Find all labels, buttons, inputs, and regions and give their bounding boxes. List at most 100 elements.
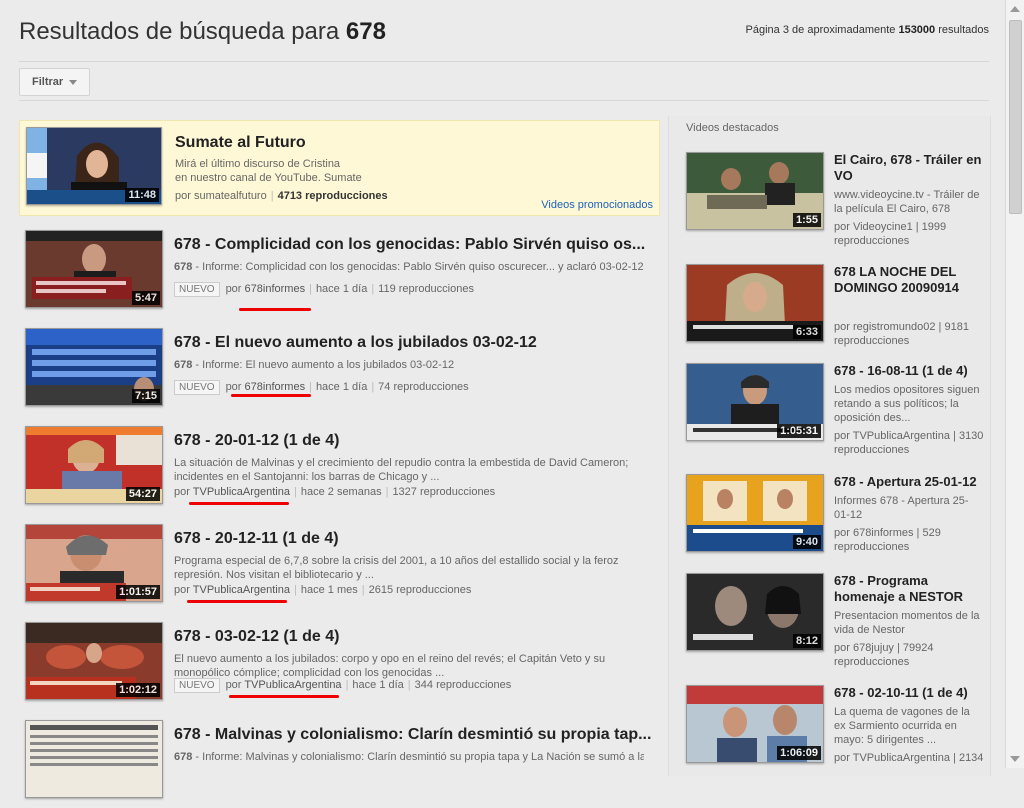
promoted-result[interactable]: 11:48 Sumate al Futuro Mirá el último di… bbox=[19, 120, 660, 216]
result-description: 678 - Informe: El nuevo aumento a los ju… bbox=[174, 358, 644, 372]
result-description: Programa especial de 6,7,8 sobre la cris… bbox=[174, 554, 644, 582]
desc-bold: 678 bbox=[174, 359, 193, 371]
upload-age: hace 1 día bbox=[315, 283, 368, 295]
promo-desc-line: en nuestro canal de YouTube. Sumate bbox=[175, 172, 362, 184]
featured-videos-sidebar: Videos destacados 1:55 El Cairo, 678 - T… bbox=[668, 116, 991, 776]
view-count: 2615 reproducciones bbox=[368, 584, 472, 596]
featured-video[interactable]: 9:40 678 - Apertura 25-01-12 Informes 67… bbox=[686, 474, 986, 570]
promo-views: 4713 reproducciones bbox=[277, 190, 388, 202]
video-thumbnail[interactable]: 11:48 bbox=[26, 127, 162, 205]
video-thumbnail[interactable]: 1:05:31 bbox=[686, 363, 824, 441]
video-thumbnail[interactable]: 1:06:09 bbox=[686, 685, 824, 763]
promo-channel[interactable]: por sumatealfuturo bbox=[175, 190, 267, 202]
video-duration: 9:40 bbox=[792, 535, 821, 549]
filter-label: Filtrar bbox=[32, 76, 64, 88]
video-duration: 11:48 bbox=[125, 188, 159, 202]
result-title[interactable]: 678 - El nuevo aumento a los jubilados 0… bbox=[174, 334, 654, 352]
desc-text: Programa especial de 6,7,8 sobre la cris… bbox=[174, 555, 619, 581]
featured-title[interactable]: 678 - 16-08-11 (1 de 4) bbox=[834, 363, 984, 379]
featured-video[interactable]: 6:33 678 LA NOCHE DEL DOMINGO 20090914 p… bbox=[686, 264, 986, 360]
video-thumbnail[interactable]: 54:27 bbox=[25, 426, 163, 504]
video-thumbnail[interactable]: 1:02:12 bbox=[25, 622, 163, 700]
result-title[interactable]: 678 - Complicidad con los genocidas: Pab… bbox=[174, 236, 654, 254]
chevron-down-icon bbox=[69, 79, 78, 85]
annotation-underline bbox=[189, 502, 289, 505]
featured-title[interactable]: 678 - Apertura 25-01-12 bbox=[834, 474, 984, 490]
annotation-underline bbox=[187, 600, 287, 603]
view-count: 119 reproducciones bbox=[378, 283, 474, 295]
result-title[interactable]: 678 - 03-02-12 (1 de 4) bbox=[174, 628, 654, 646]
annotation-underline bbox=[229, 695, 339, 698]
vertical-scrollbar[interactable] bbox=[1005, 0, 1024, 768]
video-duration: 6:33 bbox=[792, 325, 821, 339]
separator: | bbox=[345, 679, 349, 691]
separator: | bbox=[371, 283, 375, 295]
video-thumbnail[interactable]: 7:15 bbox=[25, 328, 163, 406]
filter-button[interactable]: Filtrar bbox=[19, 68, 91, 96]
featured-video[interactable]: 8:12 678 - Programa homenaje a NESTOR Pr… bbox=[686, 573, 986, 669]
view-count: 74 reproducciones bbox=[378, 381, 469, 393]
scroll-down-arrow-icon[interactable] bbox=[1010, 756, 1020, 762]
result-meta: NUEVO por TVPublicaArgentina | hace 1 día | 3… bbox=[174, 678, 511, 693]
result-item[interactable]: 54:27 678 - 20-01-12 (1 de 4) La situaci… bbox=[19, 416, 660, 514]
channel-link[interactable]: 678informes bbox=[245, 283, 306, 295]
result-title[interactable]: 678 - 20-01-12 (1 de 4) bbox=[174, 432, 654, 450]
video-thumbnail[interactable] bbox=[25, 720, 163, 798]
featured-meta: por registromundo02 | 9181 reproduccione… bbox=[834, 321, 969, 347]
page-number: 3 bbox=[782, 24, 789, 36]
upload-age: hace 1 día bbox=[315, 381, 368, 393]
featured-title[interactable]: 678 - 02-10-11 (1 de 4) bbox=[834, 685, 984, 701]
featured-video[interactable]: 1:06:09 678 - 02-10-11 (1 de 4) La quema… bbox=[686, 685, 986, 781]
video-thumbnail[interactable]: 9:40 bbox=[686, 474, 824, 552]
result-meta: por TVPublicaArgentina | hace 1 mes | 2615 r… bbox=[174, 584, 471, 596]
title-prefix: Resultados de búsqueda para bbox=[19, 18, 340, 45]
video-thumbnail[interactable]: 6:33 bbox=[686, 264, 824, 342]
result-item[interactable]: 1:02:12 678 - 03-02-12 (1 de 4) El nuevo… bbox=[19, 612, 660, 710]
channel-link[interactable]: TVPublicaArgentina bbox=[244, 679, 341, 691]
featured-title[interactable]: El Cairo, 678 - Tráiler en VO bbox=[834, 152, 984, 184]
desc-bold: 678 bbox=[174, 261, 193, 273]
result-item[interactable]: 1:01:57 678 - 20-12-11 (1 de 4) Programa… bbox=[19, 514, 660, 612]
result-item[interactable]: 678 - Malvinas y colonialismo: Clarín de… bbox=[19, 710, 660, 808]
by-label: por bbox=[225, 283, 242, 295]
upload-age: hace 1 día bbox=[352, 679, 404, 691]
video-duration: 1:55 bbox=[792, 213, 821, 227]
separator: | bbox=[294, 486, 297, 498]
view-count: 344 reproducciones bbox=[414, 679, 512, 691]
featured-video[interactable]: 1:55 El Cairo, 678 - Tráiler en VO www.v… bbox=[686, 152, 986, 248]
video-thumbnail[interactable]: 8:12 bbox=[686, 573, 824, 651]
by-label: por bbox=[174, 486, 190, 498]
result-meta: NUEVO por 678informes | hace 1 día | 119 repr… bbox=[174, 282, 474, 297]
desc-text: La situación de Malvinas y el crecimient… bbox=[174, 457, 629, 483]
result-title[interactable]: 678 - 20-12-11 (1 de 4) bbox=[174, 530, 654, 548]
featured-title[interactable]: 678 LA NOCHE DEL DOMINGO 20090914 bbox=[834, 264, 984, 296]
video-thumbnail[interactable]: 1:01:57 bbox=[25, 524, 163, 602]
annotation-underline bbox=[231, 394, 311, 397]
separator: | bbox=[361, 584, 365, 596]
result-item[interactable]: 7:15 678 - El nuevo aumento a los jubila… bbox=[19, 318, 660, 416]
video-duration: 8:12 bbox=[792, 634, 821, 648]
by-label: por bbox=[225, 381, 242, 393]
video-thumbnail[interactable]: 5:47 bbox=[25, 230, 163, 308]
promoted-videos-link[interactable]: Videos promocionados bbox=[541, 199, 653, 211]
scroll-up-arrow-icon[interactable] bbox=[1010, 6, 1020, 12]
desc-text: - Informe: El nuevo aumento a los jubila… bbox=[192, 359, 455, 371]
promo-desc-line: Mirá el último discurso de Cristina bbox=[175, 158, 341, 170]
channel-link[interactable]: TVPublicaArgentina bbox=[193, 584, 290, 596]
by-label: por bbox=[174, 584, 190, 596]
video-thumbnail[interactable]: 1:55 bbox=[686, 152, 824, 230]
promo-title[interactable]: Sumate al Futuro bbox=[175, 134, 655, 152]
featured-video[interactable]: 1:05:31 678 - 16-08-11 (1 de 4) Los medi… bbox=[686, 363, 986, 459]
featured-desc: La quema de vagones de la ex Sarmiento o… bbox=[834, 706, 970, 746]
featured-title[interactable]: 678 - Programa homenaje a NESTOR bbox=[834, 573, 984, 605]
video-duration: 54:27 bbox=[125, 487, 160, 501]
desc-text: - Informe: Malvinas y colonialismo: Clar… bbox=[192, 751, 644, 763]
scrollbar-thumb[interactable] bbox=[1009, 20, 1022, 214]
result-item[interactable]: 5:47 678 - Complicidad con los genocidas… bbox=[19, 220, 660, 318]
result-title[interactable]: 678 - Malvinas y colonialismo: Clarín de… bbox=[174, 726, 654, 744]
video-duration: 1:05:31 bbox=[777, 424, 821, 438]
channel-link[interactable]: 678informes bbox=[245, 381, 306, 393]
separator: | bbox=[407, 679, 411, 691]
channel-link[interactable]: TVPublicaArgentina bbox=[193, 486, 290, 498]
upload-age: hace 2 semanas bbox=[300, 486, 382, 498]
